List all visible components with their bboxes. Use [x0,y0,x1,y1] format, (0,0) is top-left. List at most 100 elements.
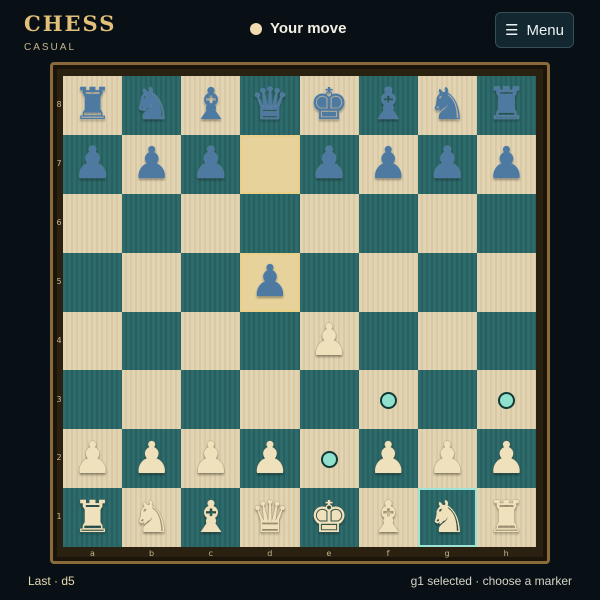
white-pawn-icon[interactable]: ♟ [181,429,240,488]
square-h7[interactable]: ♟ [476,134,536,194]
square-g3[interactable] [417,370,477,430]
white-pawn-icon[interactable]: ♟ [418,429,477,488]
square-e2[interactable] [299,429,359,489]
square-e3[interactable] [299,370,359,430]
square-d8[interactable]: ♛ [240,76,300,135]
white-pawn-icon[interactable]: ♟ [359,429,418,488]
black-rook-icon[interactable]: ♜ [477,76,536,135]
white-rook-icon[interactable]: ♜ [477,488,536,547]
square-b1[interactable]: ♞ [122,488,182,547]
white-knight-icon[interactable]: ♞ [418,488,477,547]
square-h3[interactable] [476,370,536,430]
white-queen-icon[interactable]: ♛ [240,488,299,547]
square-f8[interactable]: ♝ [358,76,418,135]
square-c1[interactable]: ♝ [181,488,241,547]
black-pawn-icon[interactable]: ♟ [300,135,359,194]
square-b3[interactable] [122,370,182,430]
white-bishop-icon[interactable]: ♝ [181,488,240,547]
square-g1[interactable]: ♞ [417,488,477,547]
square-d2[interactable]: ♟ [240,429,300,489]
square-b2[interactable]: ♟ [122,429,182,489]
square-c6[interactable] [181,193,241,253]
white-bishop-icon[interactable]: ♝ [359,488,418,547]
square-c4[interactable] [181,311,241,371]
square-h1[interactable]: ♜ [476,488,536,547]
black-bishop-icon[interactable]: ♝ [359,76,418,135]
black-pawn-icon[interactable]: ♟ [181,135,240,194]
square-b4[interactable] [122,311,182,371]
square-e6[interactable] [299,193,359,253]
square-g6[interactable] [417,193,477,253]
square-d6[interactable] [240,193,300,253]
black-bishop-icon[interactable]: ♝ [181,76,240,135]
square-h5[interactable] [476,252,536,312]
white-pawn-icon[interactable]: ♟ [122,429,181,488]
square-g2[interactable]: ♟ [417,429,477,489]
move-marker-f3[interactable] [380,391,398,409]
square-h8[interactable]: ♜ [476,76,536,135]
square-e5[interactable] [299,252,359,312]
move-marker-h3[interactable] [498,391,516,409]
square-e4[interactable]: ♟ [299,311,359,371]
square-a1[interactable]: ♜ [63,488,123,547]
square-f3[interactable] [358,370,418,430]
square-d7[interactable] [240,134,300,194]
black-knight-icon[interactable]: ♞ [418,76,477,135]
square-a8[interactable]: ♜ [63,76,123,135]
square-h6[interactable] [476,193,536,253]
black-knight-icon[interactable]: ♞ [122,76,181,135]
square-b8[interactable]: ♞ [122,76,182,135]
move-marker-e2[interactable] [321,450,339,468]
square-a7[interactable]: ♟ [63,134,123,194]
square-e1[interactable]: ♚ [299,488,359,547]
black-pawn-icon[interactable]: ♟ [359,135,418,194]
square-c3[interactable] [181,370,241,430]
square-a4[interactable] [63,311,123,371]
square-g8[interactable]: ♞ [417,76,477,135]
white-pawn-icon[interactable]: ♟ [63,429,122,488]
square-f5[interactable] [358,252,418,312]
square-g4[interactable] [417,311,477,371]
white-king-icon[interactable]: ♚ [300,488,359,547]
square-d3[interactable] [240,370,300,430]
square-e7[interactable]: ♟ [299,134,359,194]
square-b6[interactable] [122,193,182,253]
black-queen-icon[interactable]: ♛ [240,76,299,135]
square-h2[interactable]: ♟ [476,429,536,489]
square-g7[interactable]: ♟ [417,134,477,194]
square-f7[interactable]: ♟ [358,134,418,194]
black-pawn-icon[interactable]: ♟ [418,135,477,194]
black-pawn-icon[interactable]: ♟ [63,135,122,194]
square-g5[interactable] [417,252,477,312]
square-e8[interactable]: ♚ [299,76,359,135]
square-c5[interactable] [181,252,241,312]
square-h4[interactable] [476,311,536,371]
square-b5[interactable] [122,252,182,312]
white-knight-icon[interactable]: ♞ [122,488,181,547]
square-c2[interactable]: ♟ [181,429,241,489]
square-f2[interactable]: ♟ [358,429,418,489]
black-rook-icon[interactable]: ♜ [63,76,122,135]
white-pawn-icon[interactable]: ♟ [240,429,299,488]
square-d4[interactable] [240,311,300,371]
square-f4[interactable] [358,311,418,371]
square-d1[interactable]: ♛ [240,488,300,547]
square-d5[interactable]: ♟ [240,252,300,312]
white-rook-icon[interactable]: ♜ [63,488,122,547]
square-f1[interactable]: ♝ [358,488,418,547]
black-king-icon[interactable]: ♚ [300,76,359,135]
square-a3[interactable] [63,370,123,430]
square-b7[interactable]: ♟ [122,134,182,194]
black-pawn-icon[interactable]: ♟ [240,253,299,312]
menu-button[interactable]: ☰ Menu [495,12,574,48]
square-c8[interactable]: ♝ [181,76,241,135]
square-a5[interactable] [63,252,123,312]
black-pawn-icon[interactable]: ♟ [477,135,536,194]
square-a2[interactable]: ♟ [63,429,123,489]
white-pawn-icon[interactable]: ♟ [477,429,536,488]
black-pawn-icon[interactable]: ♟ [122,135,181,194]
square-f6[interactable] [358,193,418,253]
square-a6[interactable] [63,193,123,253]
square-c7[interactable]: ♟ [181,134,241,194]
white-pawn-icon[interactable]: ♟ [300,312,359,371]
